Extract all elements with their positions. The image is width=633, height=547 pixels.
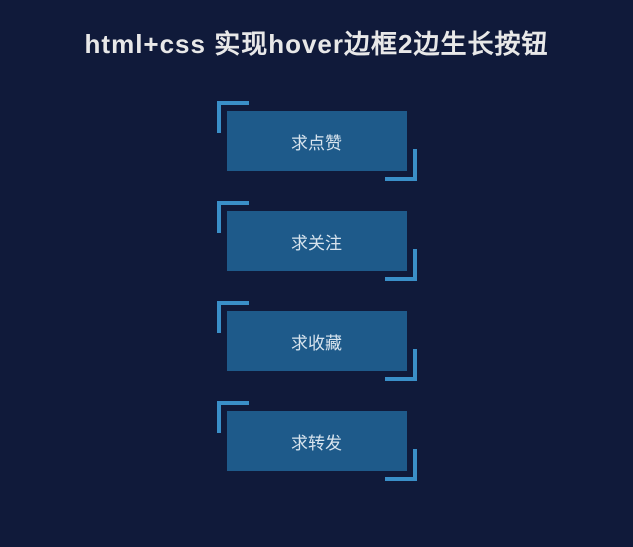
button-label: 求点赞 <box>291 129 342 154</box>
button-label: 求收藏 <box>291 329 342 354</box>
page-title: html+css 实现hover边框2边生长按钮 <box>0 0 633 61</box>
button-container: 求点赞 求关注 求收藏 求转发 <box>0 111 633 471</box>
button-label: 求关注 <box>291 229 342 254</box>
like-button[interactable]: 求点赞 <box>227 111 407 171</box>
favorite-button[interactable]: 求收藏 <box>227 311 407 371</box>
follow-button[interactable]: 求关注 <box>227 211 407 271</box>
button-label: 求转发 <box>291 429 342 454</box>
share-button[interactable]: 求转发 <box>227 411 407 471</box>
